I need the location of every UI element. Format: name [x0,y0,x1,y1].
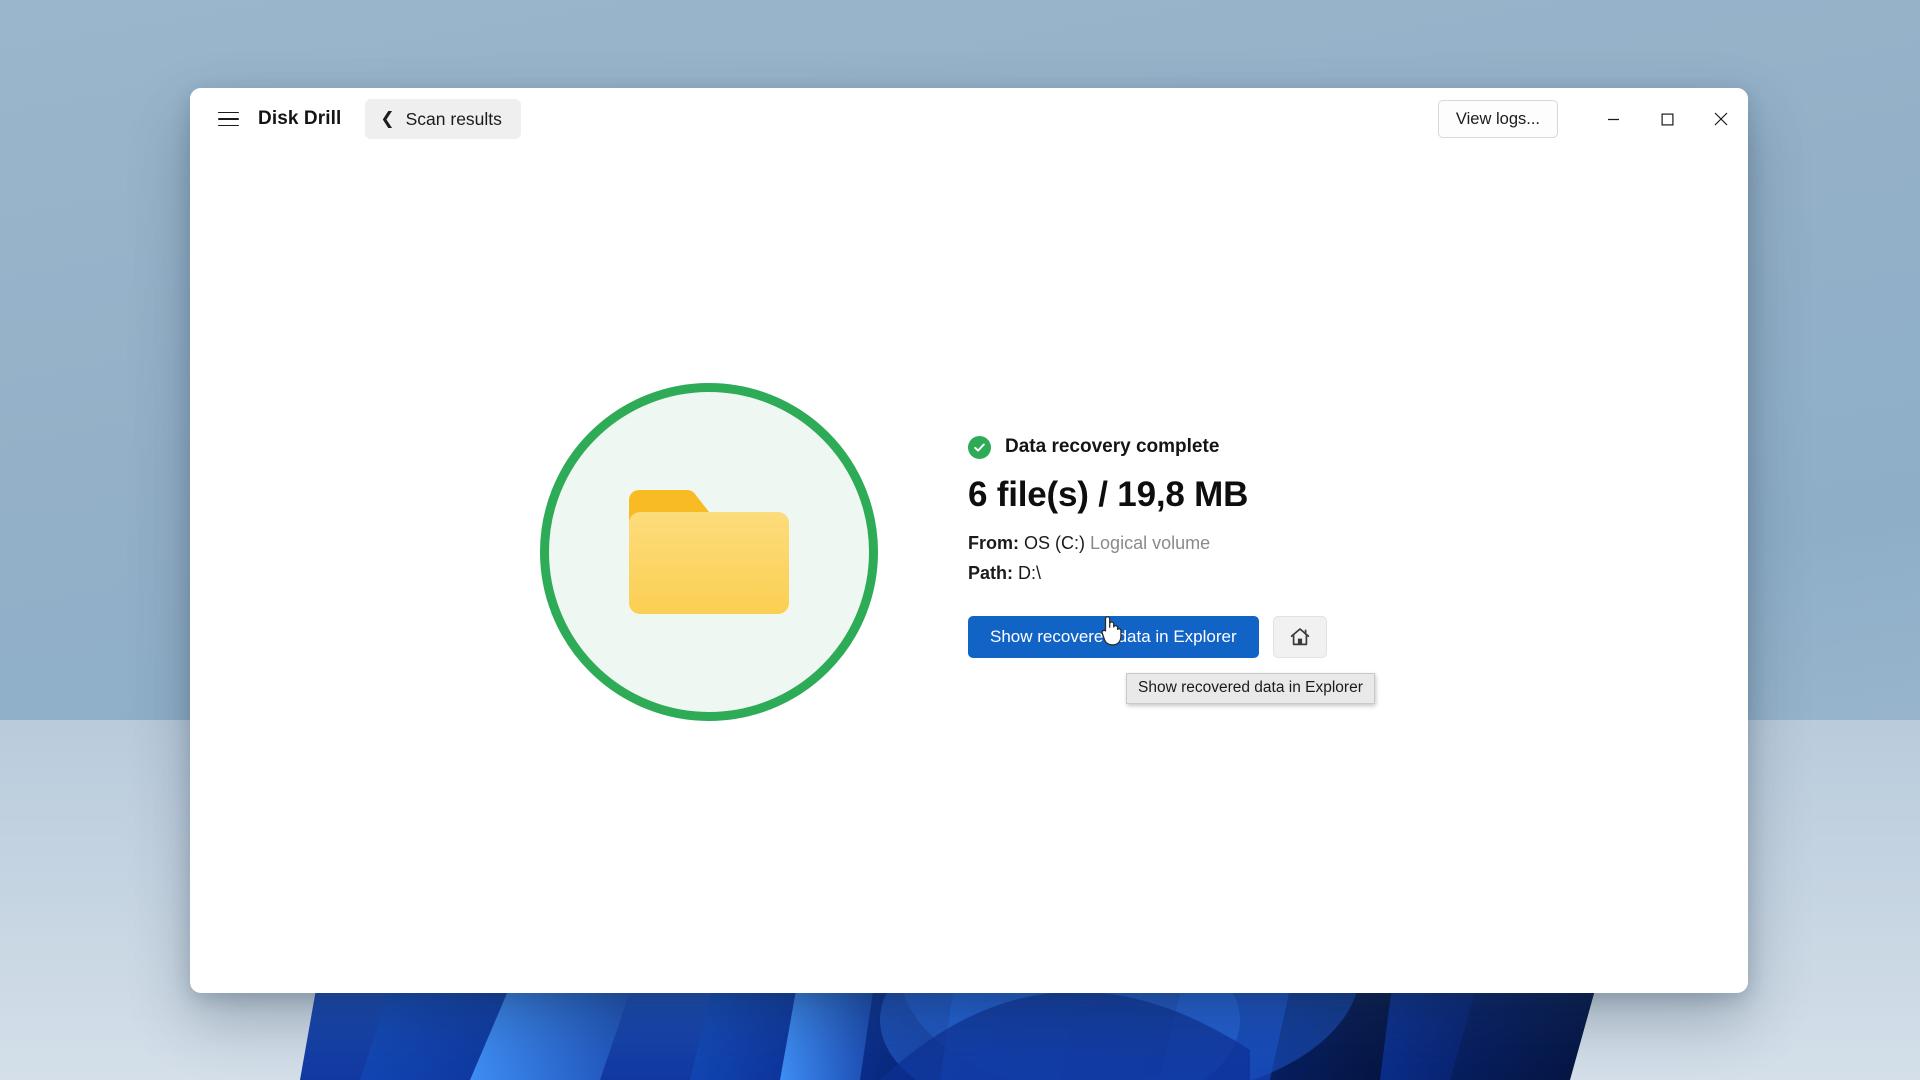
recovery-summary: 6 file(s) / 19,8 MB [968,474,1249,514]
source-subtext: Logical volume [1090,532,1211,553]
breadcrumb-scan-results[interactable]: ❮ Scan results [365,99,521,139]
maximize-icon[interactable] [1640,88,1694,150]
source-value: OS (C:) [1024,532,1086,553]
hamburger-line [217,118,239,120]
folder-icon [629,489,789,614]
close-icon[interactable] [1694,88,1748,150]
chevron-left-icon: ❮ [380,108,395,128]
app-title: Disk Drill [258,108,342,129]
action-row: Show recovered data in Explorer Show rec… [968,615,1398,704]
check-circle-icon [968,435,991,459]
hamburger-menu-icon[interactable] [208,99,248,139]
hamburger-line [217,124,239,127]
home-button[interactable] [1272,615,1327,658]
hamburger-line [217,111,239,114]
result-illustration [540,382,878,721]
source-label: From: [968,532,1019,553]
tooltip: Show recovered data in Explorer [1126,672,1375,704]
titlebar-right-group: View logs... [1437,88,1748,150]
result-info: Data recovery complete 6 file(s) / 19,8 … [968,435,1398,704]
home-icon [1290,627,1309,645]
status-row: Data recovery complete [968,435,1398,459]
path-line: Path: D:\ [968,563,1398,584]
desktop-background: Disk Drill ❮ Scan results View logs... D… [0,0,1920,1080]
title-bar: Disk Drill ❮ Scan results View logs... [190,88,1748,150]
breadcrumb-label: Scan results [405,108,502,129]
path-label: Path: [968,562,1013,583]
source-line: From: OS (C:) Logical volume [968,533,1398,554]
status-text: Data recovery complete [1005,436,1220,457]
recovery-result-panel: Data recovery complete 6 file(s) / 19,8 … [190,150,1748,993]
disk-drill-window: Disk Drill ❮ Scan results View logs... D… [190,88,1748,993]
path-value: D:\ [1018,562,1042,583]
minimize-icon[interactable] [1586,88,1640,150]
view-logs-button[interactable]: View logs... [1437,100,1558,138]
show-recovered-data-button[interactable]: Show recovered data in Explorer [968,615,1259,658]
